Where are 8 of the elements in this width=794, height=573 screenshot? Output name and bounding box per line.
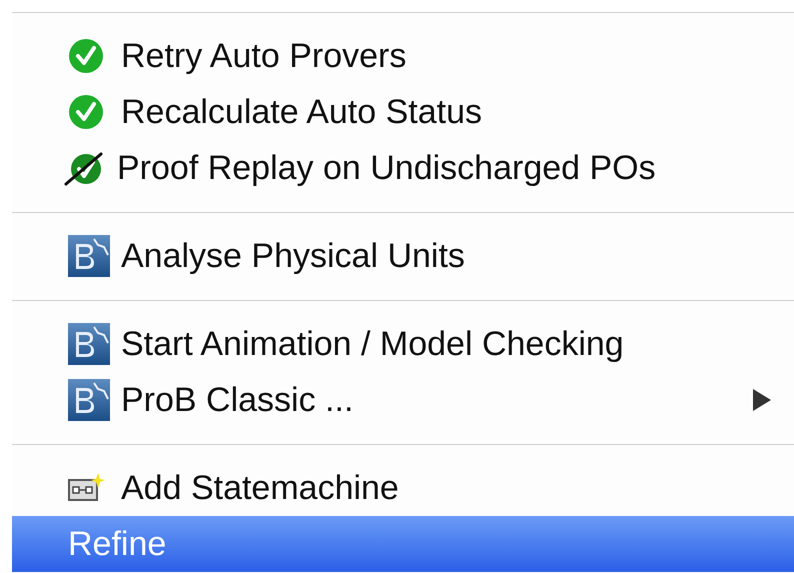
menu-item[interactable]: Analyse Physical Units (12, 228, 794, 284)
menu-item[interactable]: ProB Classic ... (12, 372, 794, 428)
menu-item[interactable]: Start Animation / Model Checking (12, 316, 794, 372)
menu-item[interactable]: Add Statemachine (12, 460, 794, 516)
menu-item[interactable]: Retry Auto Provers (12, 28, 794, 84)
menu-item[interactable]: Recalculate Auto Status (12, 84, 794, 140)
menu-item[interactable]: Refine (12, 516, 794, 572)
menu-item[interactable]: Proof Replay on Undischarged POs (12, 140, 794, 196)
